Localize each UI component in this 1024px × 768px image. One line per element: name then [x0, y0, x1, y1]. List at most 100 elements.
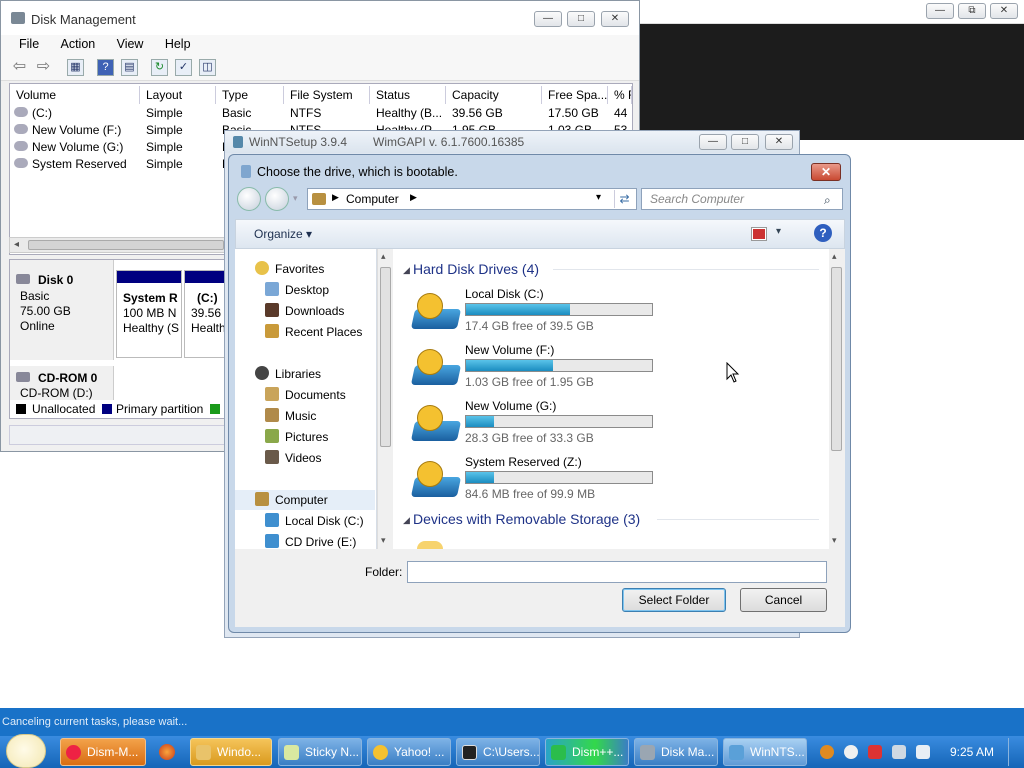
col-layout[interactable]: Layout [140, 86, 216, 104]
table-row[interactable]: (C:) Simple Basic NTFS Healthy (B... 39.… [10, 105, 632, 122]
col-free-space[interactable]: Free Spa... [542, 86, 608, 104]
action-center-icon[interactable] [868, 745, 882, 759]
partition-c[interactable]: (C:) 39.56 G Health [184, 270, 228, 358]
emoticon-tray-icon[interactable] [844, 745, 858, 759]
search-input[interactable]: Search Computer ⌕ [641, 188, 843, 210]
disk0-size: 75.00 GB [20, 304, 71, 318]
legend-swatch-green [210, 404, 220, 414]
close-button[interactable]: ✕ [811, 163, 841, 181]
task-sticky-notes[interactable]: Sticky N... [278, 738, 362, 766]
rescan-icon[interactable]: ◫ [199, 59, 216, 76]
col-capacity[interactable]: Capacity [446, 86, 542, 104]
refresh-icon[interactable]: ⇄ [614, 190, 634, 208]
disk-graph-pane: Disk 0 Basic 75.00 GB Online System R 10… [9, 259, 229, 419]
breadcrumb-computer[interactable]: Computer [346, 192, 399, 206]
col-status[interactable]: Status [370, 86, 446, 104]
select-folder-button[interactable]: Select Folder [622, 588, 726, 612]
drive-item-z[interactable]: System Reserved (Z:) 84.6 MB free of 99.… [410, 455, 661, 509]
address-bar[interactable]: ▶ Computer ▶ ▾ ⇄ [307, 188, 637, 210]
forward-arrow-icon[interactable]: ⇨ [35, 59, 52, 76]
group-divider [657, 519, 819, 520]
task-firefox[interactable] [150, 738, 184, 766]
maximize-button[interactable]: □ [731, 134, 759, 150]
task-yahoo[interactable]: Yahoo! ... [367, 738, 451, 766]
col-percent-free[interactable]: % F [608, 86, 632, 104]
disk0-info[interactable]: Disk 0 Basic 75.00 GB Online [10, 260, 114, 360]
partition-system-reserved[interactable]: System R 100 MB N Healthy (S [116, 270, 182, 358]
volume-icon[interactable] [916, 745, 930, 759]
drive-item-f[interactable]: New Volume (F:) 1.03 GB free of 1.95 GB [410, 343, 661, 397]
menu-view[interactable]: View [117, 35, 144, 53]
organize-button[interactable]: Organize ▾ [254, 227, 312, 241]
task-cmd[interactable]: C:\Users... [456, 738, 540, 766]
breadcrumb-arrow-icon[interactable]: ▶ [410, 192, 417, 203]
scroll-thumb[interactable] [28, 240, 224, 250]
drive-item-g[interactable]: New Volume (G:) 28.3 GB free of 33.3 GB [410, 399, 661, 453]
scroll-down-icon[interactable]: ▾ [832, 535, 837, 546]
recent-dropdown-icon[interactable]: ▾ [293, 193, 298, 204]
refresh-icon[interactable]: ↻ [151, 59, 168, 76]
search-tray-icon[interactable] [820, 745, 834, 759]
address-dropdown-icon[interactable]: ▾ [596, 192, 601, 203]
partition-name: (C:) [197, 291, 218, 305]
menu-file[interactable]: File [19, 35, 39, 53]
menu-help[interactable]: Help [165, 35, 191, 53]
group-hard-disk-drives[interactable]: Hard Disk Drives (4) [413, 261, 539, 277]
views-dropdown-icon[interactable]: ▾ [776, 226, 781, 237]
drive-icon [14, 158, 28, 168]
clock[interactable]: 9:25 AM [950, 745, 994, 759]
maximize-button[interactable]: □ [567, 11, 595, 27]
cancel-button[interactable]: Cancel [740, 588, 827, 612]
collapse-arrow-icon[interactable]: ◢ [403, 515, 410, 526]
folder-input[interactable] [407, 561, 827, 583]
navigation-scrollbar[interactable]: ▴ ▾ [377, 249, 393, 549]
console-tree-icon[interactable]: ▦ [67, 59, 84, 76]
nav-label: Local Disk (C:) [285, 514, 364, 528]
nav-libraries[interactable]: Libraries [255, 364, 395, 384]
task-windows[interactable]: Windo... [190, 738, 272, 766]
task-dism-plus[interactable]: Dism++... [545, 738, 629, 766]
task-dism-m[interactable]: Dism-M... [60, 738, 146, 766]
back-icon[interactable] [237, 187, 261, 211]
nav-computer[interactable]: Computer [235, 490, 375, 510]
search-icon[interactable]: ⌕ [824, 190, 831, 210]
minimize-button[interactable]: — [534, 11, 562, 27]
restore-button[interactable]: ⧉ [958, 3, 986, 19]
forward-icon[interactable] [265, 187, 289, 211]
scroll-thumb[interactable] [380, 267, 391, 447]
menu-action[interactable]: Action [61, 35, 96, 53]
horizontal-scrollbar[interactable]: ◂ [9, 237, 229, 253]
views-icon[interactable] [751, 227, 767, 241]
scroll-up-icon[interactable]: ▴ [381, 251, 386, 262]
group-removable-storage[interactable]: Devices with Removable Storage (3) [413, 511, 640, 527]
dialog-title: Choose the drive, which is bootable. [257, 165, 458, 179]
drive-item-c[interactable]: Local Disk (C:) 17.4 GB free of 39.5 GB [410, 287, 661, 341]
task-disk-management[interactable]: Disk Ma... [634, 738, 718, 766]
collapse-arrow-icon[interactable]: ◢ [403, 265, 410, 276]
scroll-up-icon[interactable]: ▴ [832, 251, 837, 262]
check-icon[interactable]: ✓ [175, 59, 192, 76]
scroll-thumb[interactable] [831, 267, 842, 451]
close-button[interactable]: ✕ [601, 11, 629, 27]
help-icon[interactable]: ? [814, 224, 832, 242]
winntsetup-icon [233, 136, 243, 148]
col-file-system[interactable]: File System [284, 86, 370, 104]
show-desktop-button[interactable] [1008, 738, 1022, 766]
scroll-left-icon[interactable]: ◂ [14, 239, 19, 250]
network-icon[interactable] [892, 745, 906, 759]
start-button[interactable] [6, 734, 46, 768]
content-scrollbar[interactable]: ▴ ▾ [829, 249, 845, 549]
help-icon[interactable]: ? [97, 59, 114, 76]
minimize-button[interactable]: — [699, 134, 727, 150]
task-winntsetup[interactable]: WinNTS... [723, 738, 807, 766]
col-volume[interactable]: Volume [10, 86, 140, 104]
properties-icon[interactable]: ▤ [121, 59, 138, 76]
nav-favorites[interactable]: Favorites [255, 259, 395, 279]
close-button[interactable]: ✕ [765, 134, 793, 150]
back-arrow-icon[interactable]: ⇦ [11, 59, 28, 76]
close-button[interactable]: ✕ [990, 3, 1018, 19]
cdrom-info[interactable]: CD-ROM 0 CD-ROM (D:) [10, 366, 114, 400]
col-type[interactable]: Type [216, 86, 284, 104]
minimize-button[interactable]: — [926, 3, 954, 19]
scroll-down-icon[interactable]: ▾ [381, 535, 386, 546]
